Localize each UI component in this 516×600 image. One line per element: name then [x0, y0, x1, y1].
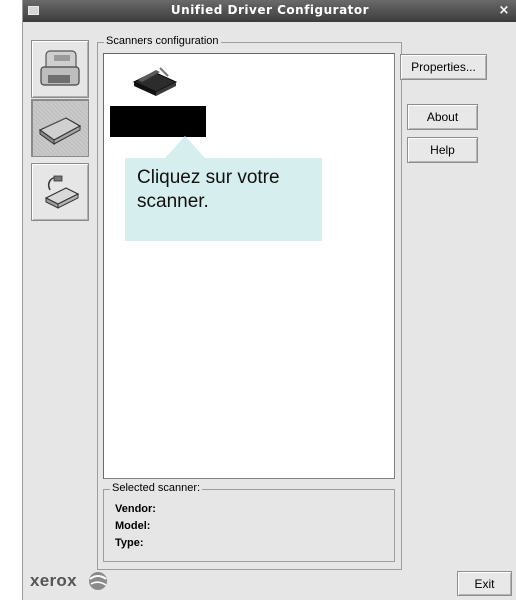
help-button[interactable]: Help [407, 137, 478, 163]
selected-scanner-label: Selected scanner: [110, 482, 203, 494]
xerox-logo-icon [89, 572, 107, 590]
type-label: Type: [115, 537, 144, 549]
tooltip-text: Cliquez sur votre scanner. [137, 167, 280, 212]
main-window: Unified Driver Configurator × Scanners c… [22, 0, 516, 600]
window-title: Unified Driver Configurator [170, 3, 370, 17]
tooltip-arrow [165, 136, 205, 158]
xerox-logo-text: xerox [30, 571, 77, 590]
title-bar[interactable]: Unified Driver Configurator × [23, 0, 516, 22]
vendor-label: Vendor: [115, 503, 156, 515]
scanners-configuration-label: Scanners configuration [104, 35, 221, 47]
sidebar-item-scanners[interactable] [31, 99, 89, 157]
about-button[interactable]: About [407, 104, 478, 130]
scanner-icon [38, 117, 82, 145]
tooltip: Cliquez sur votre scanner. [125, 158, 322, 241]
exit-button[interactable]: Exit [457, 571, 512, 596]
scanner-icon[interactable] [132, 64, 188, 100]
properties-button[interactable]: Properties... [400, 54, 487, 80]
model-label: Model: [115, 520, 151, 532]
scanner-list[interactable]: Cliquez sur votre scanner. [103, 53, 395, 479]
selected-scanner-group: Selected scanner: Vendor: Model: Type: [103, 482, 395, 562]
port-icon [44, 175, 80, 209]
close-button[interactable]: × [495, 3, 513, 19]
selected-scanner-item[interactable] [110, 106, 206, 137]
sidebar-item-printers[interactable] [31, 40, 89, 98]
printer-icon [40, 50, 80, 86]
sidebar-item-ports[interactable] [31, 163, 89, 221]
